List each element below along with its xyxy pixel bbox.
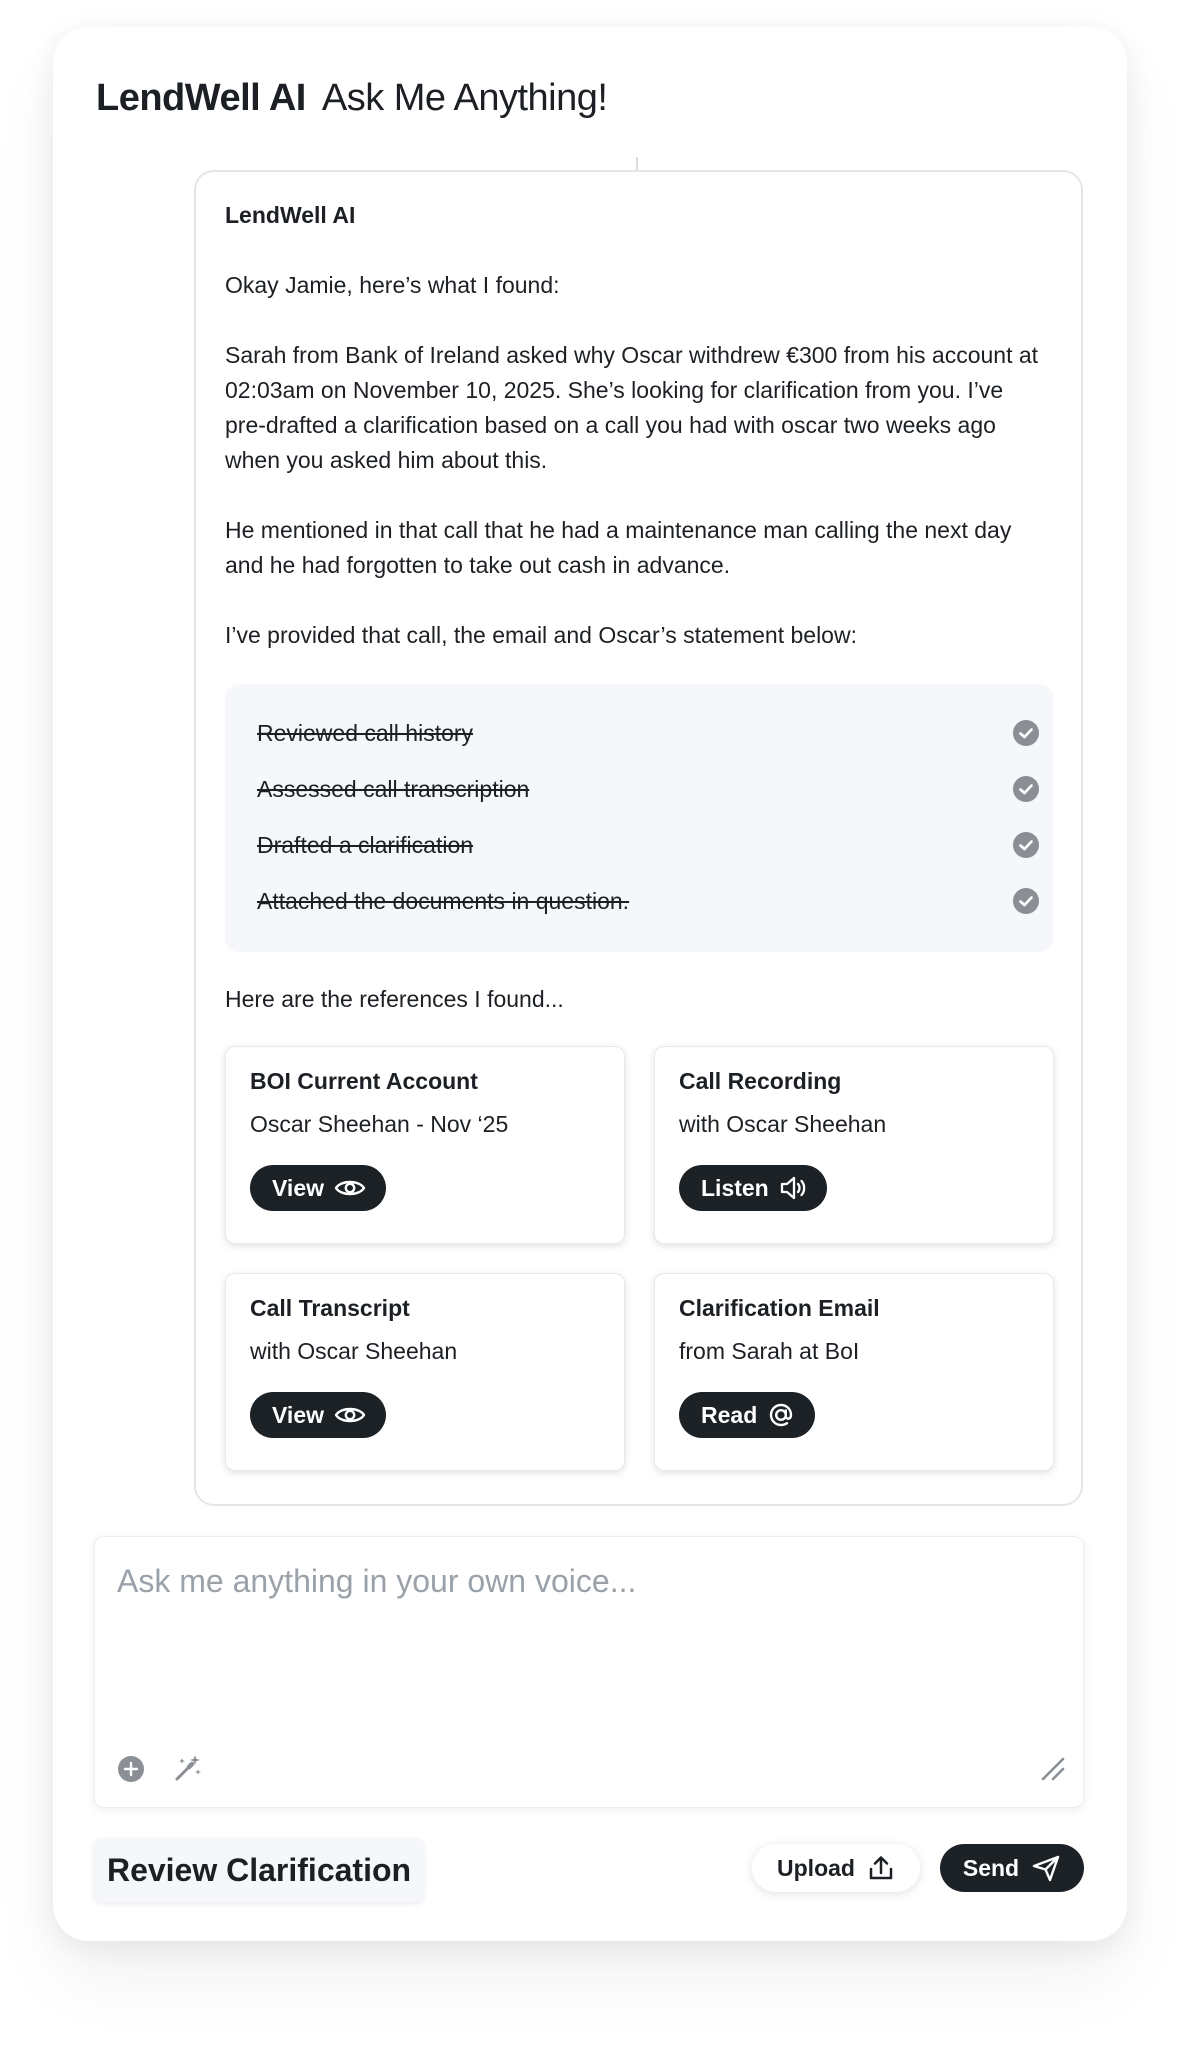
check-circle-icon (1013, 776, 1039, 802)
checklist-label: Reviewed call history (257, 720, 474, 746)
listen-button[interactable]: Listen (679, 1165, 827, 1211)
check-circle-icon (1013, 888, 1039, 914)
reference-card-clarification-email: Clarification Email from Sarah at BoI Re… (654, 1273, 1054, 1471)
check-circle-icon (1013, 832, 1039, 858)
eye-icon (334, 1180, 366, 1196)
message-paragraph: Sarah from Bank of Ireland asked why Osc… (225, 342, 1039, 473)
chat-input[interactable]: Ask me anything in your own voice... (94, 1536, 1084, 1808)
reference-card-call-transcript: Call Transcript with Oscar Sheehan View (225, 1273, 625, 1471)
page-title: LendWell AI Ask Me Anything! (96, 74, 608, 122)
send-icon (1032, 1855, 1060, 1882)
read-button[interactable]: Read (679, 1392, 816, 1438)
speaker-icon (780, 1176, 806, 1200)
checklist-item: Reviewed call history (257, 714, 1047, 754)
upload-icon (869, 1856, 893, 1880)
checklist-item: Assessed call transcription (257, 770, 1047, 810)
checklist-label: Assessed call transcription (257, 776, 530, 802)
reference-title: Call Recording (679, 1068, 842, 1094)
thread-connector (636, 157, 638, 171)
reference-subtitle: Oscar Sheehan - Nov ‘25 (250, 1111, 509, 1137)
reference-card-call-recording: Call Recording with Oscar Sheehan Listen (654, 1046, 1054, 1244)
review-clarification-label: Review Clarification (106, 1851, 412, 1888)
reference-title: Call Transcript (250, 1295, 410, 1321)
ai-message: LendWell AI Okay Jamie, here’s what I fo… (194, 170, 1083, 1506)
message-paragraph: I’ve provided that call, the email and O… (225, 622, 857, 648)
checklist-item: Drafted a clarification (257, 826, 1047, 866)
reference-card-boi-account: BOI Current Account Oscar Sheehan - Nov … (225, 1046, 625, 1244)
reference-title: Clarification Email (679, 1295, 880, 1321)
reference-subtitle: from Sarah at BoI (679, 1338, 860, 1364)
task-checklist: Reviewed call history Assessed call tran… (225, 684, 1053, 952)
references-intro: Here are the references I found... (225, 986, 564, 1012)
page-subtitle: Ask Me Anything! (321, 77, 608, 119)
view-button-label: View (272, 1174, 324, 1201)
reference-subtitle: with Oscar Sheehan (250, 1338, 458, 1364)
eye-icon (334, 1407, 366, 1423)
message-body: Okay Jamie, here’s what I found: Sarah f… (225, 268, 1045, 653)
checklist-label: Drafted a clarification (257, 832, 474, 858)
send-button-label: Send (962, 1854, 1020, 1881)
listen-button-label: Listen (701, 1174, 769, 1201)
brand-name: LendWell AI (96, 77, 306, 119)
checklist-label: Attached the documents in question. (257, 888, 630, 914)
resize-handle-icon[interactable] (1039, 1755, 1067, 1783)
message-author: LendWell AI (225, 202, 356, 228)
upload-button[interactable]: Upload (752, 1844, 920, 1892)
upload-button-label: Upload (777, 1854, 855, 1881)
send-button[interactable]: Send (940, 1844, 1084, 1892)
message-paragraph: Okay Jamie, here’s what I found: (225, 272, 560, 298)
check-circle-icon (1013, 720, 1039, 746)
review-clarification-button[interactable]: Review Clarification (94, 1838, 424, 1902)
chat-input-placeholder: Ask me anything in your own voice... (117, 1563, 637, 1599)
reference-title: BOI Current Account (250, 1068, 478, 1094)
view-button[interactable]: View (250, 1392, 386, 1438)
checklist-item: Attached the documents in question. (257, 882, 1047, 922)
view-button[interactable]: View (250, 1165, 386, 1211)
reference-subtitle: with Oscar Sheehan (679, 1111, 887, 1137)
plus-circle-icon[interactable] (117, 1755, 145, 1783)
read-button-label: Read (701, 1401, 758, 1428)
at-sign-icon (770, 1403, 793, 1427)
message-paragraph: He mentioned in that call that he had a … (225, 517, 1012, 578)
view-button-label: View (272, 1401, 324, 1428)
magic-wand-icon[interactable] (173, 1753, 203, 1783)
